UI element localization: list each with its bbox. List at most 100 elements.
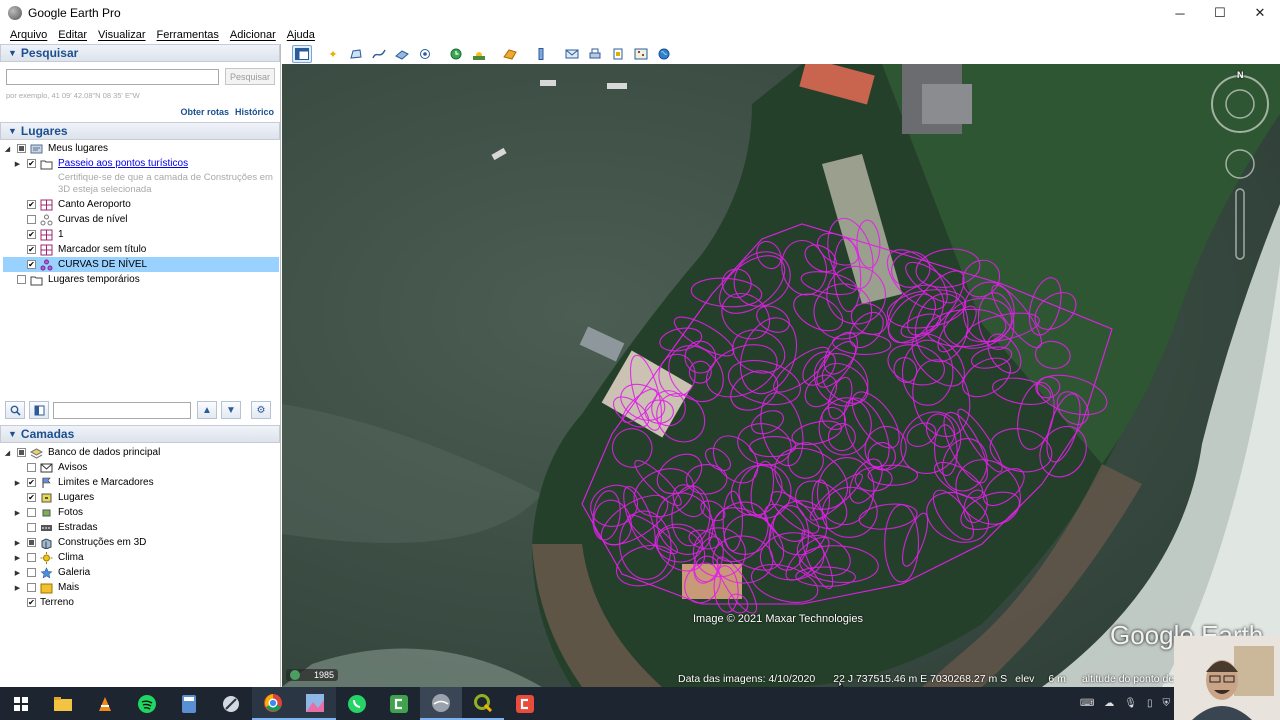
checkbox[interactable] bbox=[27, 583, 36, 592]
checkbox[interactable]: ✔ bbox=[27, 478, 36, 487]
expand-arrow-icon[interactable]: ▶ bbox=[13, 554, 22, 562]
checkbox[interactable]: ✔ bbox=[27, 260, 36, 269]
add-path-button[interactable] bbox=[369, 45, 389, 63]
expand-arrow-icon[interactable]: ▶ bbox=[13, 584, 22, 592]
historical-imagery-button[interactable] bbox=[446, 45, 466, 63]
layer-limites[interactable]: ▶ ✔ Limites e Marcadores bbox=[0, 475, 280, 490]
tray-keyboard-icon[interactable]: ⌨ bbox=[1080, 698, 1094, 709]
layer-lugares[interactable]: ✔ Lugares bbox=[0, 490, 280, 505]
taskbar-file-explorer[interactable] bbox=[42, 687, 84, 720]
expand-arrow-icon[interactable]: ▶ bbox=[13, 479, 22, 487]
checkbox[interactable] bbox=[27, 463, 36, 472]
checkbox[interactable]: ✔ bbox=[27, 245, 36, 254]
checkbox[interactable] bbox=[27, 215, 36, 224]
checkbox[interactable] bbox=[27, 508, 36, 517]
layer-estradas[interactable]: Estradas bbox=[0, 520, 280, 535]
checkbox[interactable]: ✔ bbox=[27, 598, 36, 607]
layer-galeria[interactable]: ▶ Galeria bbox=[0, 565, 280, 580]
tree-item-curvas-de-nivel[interactable]: Curvas de nível bbox=[0, 212, 280, 227]
move-down-button[interactable]: ▼ bbox=[221, 401, 241, 419]
places-filter-input[interactable] bbox=[53, 401, 191, 419]
checkbox[interactable]: ✔ bbox=[27, 230, 36, 239]
checkbox[interactable] bbox=[27, 523, 36, 532]
checkbox[interactable] bbox=[27, 553, 36, 562]
taskbar-camtasia[interactable] bbox=[378, 687, 420, 720]
layer-fotos[interactable]: ▶ Fotos bbox=[0, 505, 280, 520]
add-polygon-button[interactable] bbox=[346, 45, 366, 63]
collapse-arrow-icon[interactable]: ◢ bbox=[3, 145, 12, 153]
expand-arrow-icon[interactable]: ▶ bbox=[13, 509, 22, 517]
partial-checkbox[interactable] bbox=[27, 538, 36, 547]
layer-mais[interactable]: ▶ Mais bbox=[0, 580, 280, 595]
tray-mic-icon[interactable]: 🎙 bbox=[1124, 698, 1137, 709]
close-button[interactable]: ✕ bbox=[1240, 0, 1280, 26]
add-placemark-button[interactable]: ✦ bbox=[323, 45, 343, 63]
tour-options-button[interactable]: ⚙ bbox=[251, 401, 271, 419]
tree-item-curvas-caps[interactable]: ✔ CURVAS DE NÍVEL bbox=[0, 257, 280, 272]
taskbar-calculator[interactable] bbox=[168, 687, 210, 720]
menu-ferramentas[interactable]: Ferramentas bbox=[157, 29, 219, 41]
tree-item-canto-aeroporto[interactable]: ✔ Canto Aeroporto bbox=[0, 197, 280, 212]
menu-visualizar[interactable]: Visualizar bbox=[98, 29, 146, 41]
menu-adicionar[interactable]: Adicionar bbox=[230, 29, 276, 41]
maximize-button[interactable]: ☐ bbox=[1200, 0, 1240, 26]
search-panel-header[interactable]: ▼ Pesquisar bbox=[0, 44, 280, 62]
search-button[interactable]: Pesquisar bbox=[225, 68, 275, 85]
taskbar-utility[interactable] bbox=[210, 687, 252, 720]
partial-checkbox[interactable] bbox=[17, 448, 26, 457]
checkbox[interactable] bbox=[17, 275, 26, 284]
switch-planet-button[interactable] bbox=[500, 45, 520, 63]
add-image-overlay-button[interactable] bbox=[392, 45, 412, 63]
start-button[interactable] bbox=[0, 687, 42, 720]
taskbar-google-earth[interactable] bbox=[420, 687, 462, 720]
collapse-arrow-icon[interactable]: ◢ bbox=[3, 449, 12, 457]
layer-avisos[interactable]: Avisos bbox=[0, 460, 280, 475]
historical-year-badge[interactable]: 1985 bbox=[286, 669, 339, 681]
tour-link[interactable]: Passeio aos pontos turísticos bbox=[58, 158, 188, 169]
taskbar-qgis[interactable] bbox=[462, 687, 504, 720]
layer-main-database[interactable]: ◢ Banco de dados principal bbox=[0, 445, 280, 460]
expand-arrow-icon[interactable]: ▶ bbox=[13, 160, 22, 168]
menu-ajuda[interactable]: Ajuda bbox=[287, 29, 315, 41]
expand-arrow-icon[interactable]: ▶ bbox=[13, 569, 22, 577]
tray-shield-icon[interactable]: ⛨ bbox=[1163, 698, 1171, 709]
layer-terreno[interactable]: ✔ Terreno bbox=[0, 595, 280, 610]
tree-item-tour[interactable]: ▶ ✔ Passeio aos pontos turísticos bbox=[0, 156, 280, 171]
sunlight-button[interactable] bbox=[469, 45, 489, 63]
checkbox[interactable] bbox=[27, 568, 36, 577]
taskbar-whatsapp[interactable] bbox=[336, 687, 378, 720]
earth-view-button[interactable] bbox=[654, 45, 674, 63]
get-directions-link[interactable]: Obter rotas bbox=[180, 107, 229, 117]
checkbox[interactable]: ✔ bbox=[27, 493, 36, 502]
places-panel-header[interactable]: ▼ Lugares bbox=[0, 122, 280, 140]
search-places-button[interactable] bbox=[5, 401, 25, 419]
checkbox[interactable]: ✔ bbox=[27, 159, 36, 168]
print-button[interactable] bbox=[585, 45, 605, 63]
menu-arquivo[interactable]: Arquivo bbox=[10, 29, 47, 41]
layer-construcoes-3d[interactable]: ▶ Construções em 3D bbox=[0, 535, 280, 550]
tree-item-temporary-places[interactable]: Lugares temporários bbox=[0, 272, 280, 287]
menu-editar[interactable]: Editar bbox=[58, 29, 87, 41]
move-up-button[interactable]: ▲ bbox=[197, 401, 217, 419]
taskbar-camtasia-recorder[interactable] bbox=[504, 687, 546, 720]
email-button[interactable] bbox=[562, 45, 582, 63]
tree-item-my-places[interactable]: ◢ Meus lugares bbox=[0, 141, 280, 156]
save-image-button[interactable] bbox=[608, 45, 628, 63]
checkbox[interactable]: ✔ bbox=[27, 200, 36, 209]
compass-north-label[interactable]: N bbox=[1237, 70, 1244, 80]
layer-clima[interactable]: ▶ Clima bbox=[0, 550, 280, 565]
partial-checkbox[interactable] bbox=[17, 144, 26, 153]
ruler-button[interactable] bbox=[531, 45, 551, 63]
taskbar-vlc[interactable] bbox=[84, 687, 126, 720]
hide-sidebar-button[interactable] bbox=[292, 45, 312, 63]
toggle-panel-button[interactable] bbox=[29, 401, 49, 419]
history-link[interactable]: Histórico bbox=[235, 107, 274, 117]
minimize-button[interactable]: ─ bbox=[1160, 0, 1200, 26]
expand-arrow-icon[interactable]: ▶ bbox=[13, 539, 22, 547]
record-tour-button[interactable] bbox=[415, 45, 435, 63]
layers-panel-header[interactable]: ▼ Camadas bbox=[0, 425, 280, 443]
tray-cloud-icon[interactable]: ☁ bbox=[1104, 698, 1114, 709]
search-input[interactable] bbox=[6, 68, 219, 85]
map-view[interactable]: N Image © 2021 Maxar Technologies Google… bbox=[282, 64, 1280, 687]
tray-battery-icon[interactable]: ▯ bbox=[1147, 698, 1153, 709]
